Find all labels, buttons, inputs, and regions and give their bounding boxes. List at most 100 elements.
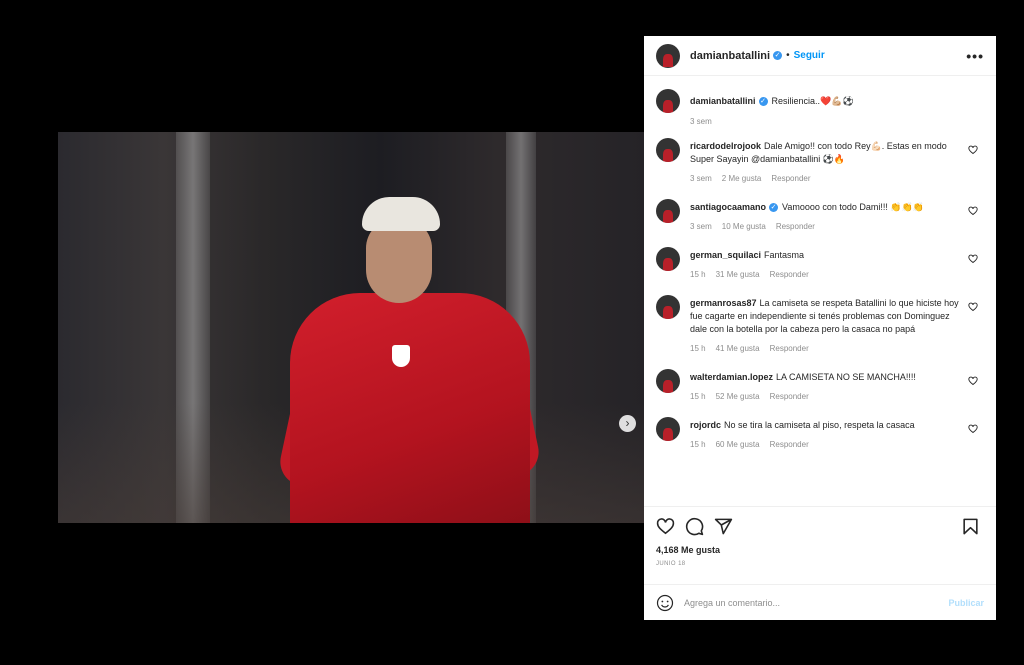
comment-text: Fantasma bbox=[764, 250, 805, 260]
comment-meta: 3 sem 2 Me gusta Responder bbox=[690, 174, 960, 183]
caption-meta: 3 sem bbox=[690, 117, 854, 126]
commenter-avatar[interactable] bbox=[656, 417, 680, 441]
caption-text-line: damianbatallini ✓ Resiliencia..❤️💪🏼⚽ bbox=[690, 89, 854, 108]
player-jacket bbox=[290, 293, 530, 523]
comment-body: rojordc No se tira la camiseta al piso, r… bbox=[690, 417, 915, 449]
comment-row: ricardodelrojook Dale Amigo!! con todo Re… bbox=[656, 138, 984, 183]
comment-like-heart-icon[interactable] bbox=[968, 254, 978, 264]
comment-like-heart-icon[interactable] bbox=[968, 424, 978, 434]
comment-likes[interactable]: 52 Me gusta bbox=[716, 392, 760, 401]
comment-meta: 15 h 52 Me gusta Responder bbox=[690, 392, 916, 401]
comment-icon[interactable] bbox=[685, 517, 704, 536]
comment-text-line: ricardodelrojook Dale Amigo!! con todo Re… bbox=[690, 138, 960, 166]
comment-text-line: rojordc No se tira la camiseta al piso, r… bbox=[690, 417, 915, 432]
comment-body: german_squilaci Fantasma 15 h 31 Me gusta Re… bbox=[690, 247, 809, 279]
bookmark-icon[interactable] bbox=[961, 517, 980, 536]
header-separator: • bbox=[786, 50, 790, 61]
comment-container: ricardodelrojook Dale Amigo!! con todo Re… bbox=[656, 138, 984, 449]
comment-time[interactable]: 15 h bbox=[690, 270, 706, 279]
reply-button[interactable]: Responder bbox=[776, 222, 815, 231]
author-avatar[interactable] bbox=[656, 89, 680, 113]
comments-list[interactable]: damianbatallini ✓ Resiliencia..❤️💪🏼⚽ 3 sem… bbox=[644, 77, 996, 505]
comment-username[interactable]: santiagocaamano bbox=[690, 202, 766, 212]
reply-button[interactable]: Responder bbox=[771, 174, 810, 183]
add-comment-bar: Publicar bbox=[644, 584, 996, 620]
comment-username[interactable]: germanrosas87 bbox=[690, 298, 757, 308]
comment-likes[interactable]: 60 Me gusta bbox=[716, 440, 760, 449]
player-figure bbox=[275, 197, 544, 523]
comment-username[interactable]: german_squilaci bbox=[690, 250, 761, 260]
comment-username[interactable]: ricardodelrojook bbox=[690, 141, 761, 151]
commenter-avatar[interactable] bbox=[656, 369, 680, 393]
carousel-next-button[interactable]: › bbox=[619, 415, 636, 432]
author-username[interactable]: damianbatallini bbox=[690, 50, 770, 62]
commenter-avatar[interactable] bbox=[656, 247, 680, 271]
post-actions: 4,168 Me gusta JUNIO 18 bbox=[644, 506, 996, 567]
comment-time[interactable]: 15 h bbox=[690, 344, 706, 353]
reply-button[interactable]: Responder bbox=[770, 440, 809, 449]
reply-button[interactable]: Responder bbox=[770, 270, 809, 279]
comment-row: walterdamian.lopez LA CAMISETA NO SE MANC… bbox=[656, 369, 984, 401]
comment-likes[interactable]: 41 Me gusta bbox=[716, 344, 760, 353]
comment-time[interactable]: 3 sem bbox=[690, 174, 712, 183]
post-media-area: › bbox=[58, 36, 644, 620]
comment-username[interactable]: rojordc bbox=[690, 420, 721, 430]
comment-input[interactable] bbox=[684, 597, 949, 608]
publish-button[interactable]: Publicar bbox=[948, 598, 984, 608]
comment-time[interactable]: 3 sem bbox=[690, 222, 712, 231]
comment-text-line: german_squilaci Fantasma bbox=[690, 247, 809, 262]
reply-button[interactable]: Responder bbox=[770, 344, 809, 353]
author-avatar[interactable] bbox=[656, 43, 680, 68]
commenter-avatar[interactable] bbox=[656, 199, 680, 223]
comment-likes[interactable]: 31 Me gusta bbox=[716, 270, 760, 279]
comment-time[interactable]: 15 h bbox=[690, 440, 706, 449]
caption-body: damianbatallini ✓ Resiliencia..❤️💪🏼⚽ 3 sem bbox=[690, 89, 854, 126]
comment-meta: 3 sem 10 Me gusta Responder bbox=[690, 222, 924, 231]
caption-text: Resiliencia..❤️💪🏼⚽ bbox=[771, 96, 854, 106]
reply-button[interactable]: Responder bbox=[770, 392, 809, 401]
comment-like-heart-icon[interactable] bbox=[968, 206, 978, 216]
comment-meta: 15 h 31 Me gusta Responder bbox=[690, 270, 809, 279]
post-date[interactable]: JUNIO 18 bbox=[656, 561, 984, 567]
comment-body: santiagocaamano ✓ Vamoooo con todo Dami!!!… bbox=[690, 199, 924, 231]
post-photo[interactable]: › bbox=[58, 132, 644, 523]
caption-row: damianbatallini ✓ Resiliencia..❤️💪🏼⚽ 3 sem bbox=[656, 89, 984, 126]
post-header: damianbatallini ✓ • Seguir ••• bbox=[644, 36, 996, 76]
comment-text-line: germanrosas87 La camiseta se respeta Bata… bbox=[690, 295, 960, 336]
emoji-icon[interactable] bbox=[656, 594, 674, 612]
heart-icon[interactable] bbox=[656, 517, 675, 536]
comment-likes[interactable]: 10 Me gusta bbox=[722, 222, 766, 231]
player-face bbox=[366, 219, 432, 303]
commenter-avatar[interactable] bbox=[656, 295, 680, 319]
likes-count[interactable]: 4,168 Me gusta bbox=[656, 545, 984, 555]
follow-button[interactable]: Seguir bbox=[794, 50, 825, 61]
comment-meta: 15 h 60 Me gusta Responder bbox=[690, 440, 915, 449]
comment-body: walterdamian.lopez LA CAMISETA NO SE MANC… bbox=[690, 369, 916, 401]
verified-badge-icon: ✓ bbox=[769, 203, 779, 213]
comment-username[interactable]: walterdamian.lopez bbox=[690, 372, 773, 382]
comment-likes[interactable]: 2 Me gusta bbox=[722, 174, 762, 183]
caption-time[interactable]: 3 sem bbox=[690, 117, 712, 126]
comment-like-heart-icon[interactable] bbox=[968, 302, 978, 312]
club-badge bbox=[392, 345, 410, 367]
comment-body: ricardodelrojook Dale Amigo!! con todo Re… bbox=[690, 138, 960, 183]
post-side-panel: damianbatallini ✓ • Seguir ••• damianbat… bbox=[644, 36, 996, 620]
comment-like-heart-icon[interactable] bbox=[968, 376, 978, 386]
comment-body: germanrosas87 La camiseta se respeta Bata… bbox=[690, 295, 960, 353]
comment-time[interactable]: 15 h bbox=[690, 392, 706, 401]
commenter-avatar[interactable] bbox=[656, 138, 680, 162]
comment-text-line: santiagocaamano ✓ Vamoooo con todo Dami!!!… bbox=[690, 199, 924, 214]
comment-text: LA CAMISETA NO SE MANCHA!!!! bbox=[776, 372, 916, 382]
comment-row: germanrosas87 La camiseta se respeta Bata… bbox=[656, 295, 984, 353]
comment-text-line: walterdamian.lopez LA CAMISETA NO SE MANC… bbox=[690, 369, 916, 384]
more-options-icon[interactable]: ••• bbox=[966, 48, 984, 64]
comment-row: santiagocaamano ✓ Vamoooo con todo Dami!!!… bbox=[656, 199, 984, 231]
caption-username[interactable]: damianbatallini bbox=[690, 96, 756, 106]
comment-row: rojordc No se tira la camiseta al piso, r… bbox=[656, 417, 984, 449]
verified-badge-icon: ✓ bbox=[758, 97, 768, 107]
player-hair bbox=[362, 197, 440, 231]
comment-like-heart-icon[interactable] bbox=[968, 145, 978, 155]
comment-text: No se tira la camiseta al piso, respeta … bbox=[724, 420, 915, 430]
share-icon[interactable] bbox=[714, 517, 733, 536]
comment-text: Vamoooo con todo Dami!!! 👏👏👏 bbox=[782, 202, 925, 212]
